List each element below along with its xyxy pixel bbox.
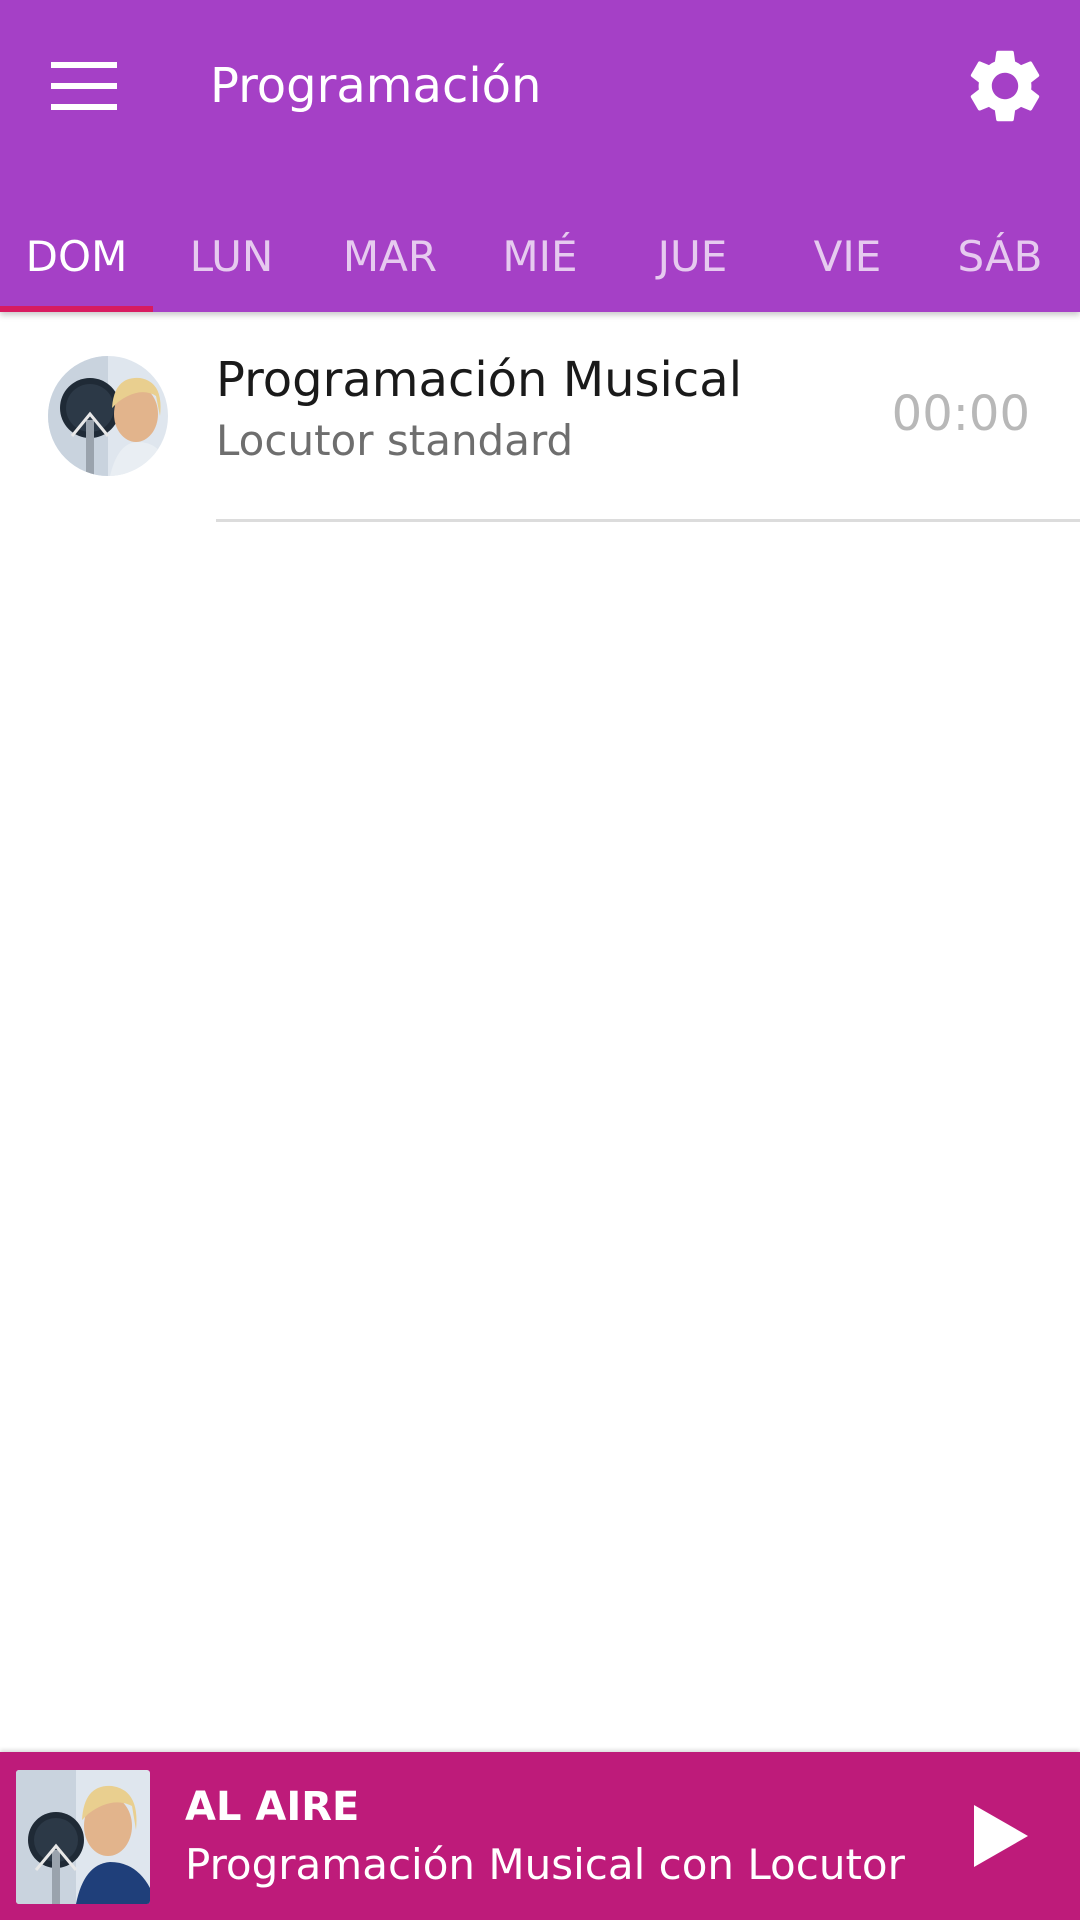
tab-mar[interactable]: MAR: [310, 200, 470, 312]
host-thumbnail-image: [16, 1770, 150, 1904]
hamburger-menu-icon: [51, 62, 117, 110]
tab-lun[interactable]: LUN: [153, 200, 310, 312]
settings-button[interactable]: [950, 36, 1060, 136]
program-host: Locutor standard: [216, 416, 574, 465]
schedule-list: Programación Musical Locutor standard 00…: [0, 312, 1080, 1752]
program-time: 00:00: [891, 386, 1030, 442]
host-avatar-image: [48, 356, 168, 476]
tab-mie[interactable]: MIÉ: [470, 200, 610, 312]
on-air-label: AL AIRE: [185, 1784, 360, 1830]
day-tabs: DOM LUN MAR MIÉ JUE VIE SÁB: [0, 200, 1080, 312]
now-playing-bar[interactable]: AL AIRE Programación Musical con Locutor…: [0, 1752, 1080, 1920]
tab-vie[interactable]: VIE: [775, 200, 920, 312]
menu-button[interactable]: [34, 44, 134, 128]
page-title: Programación: [210, 58, 542, 114]
now-playing-track: Programación Musical con Locutor ...: [185, 1840, 915, 1889]
play-icon: [974, 1805, 1028, 1867]
host-avatar-graphic: [48, 356, 168, 476]
program-title: Programación Musical: [216, 352, 743, 408]
app-bar: Programación DOM LUN MAR MIÉ JUE VIE SÁB: [0, 0, 1080, 312]
host-thumbnail-graphic: [16, 1770, 150, 1904]
gear-icon: [970, 50, 1040, 122]
selected-tab-indicator: [0, 306, 153, 312]
tab-sab[interactable]: SÁB: [920, 200, 1080, 312]
tab-jue[interactable]: JUE: [610, 200, 775, 312]
app-screen: Programación DOM LUN MAR MIÉ JUE VIE SÁB: [0, 0, 1080, 1920]
tab-dom[interactable]: DOM: [0, 200, 153, 312]
play-button[interactable]: [950, 1788, 1050, 1884]
schedule-item[interactable]: Programación Musical Locutor standard 00…: [0, 312, 1080, 522]
divider: [216, 519, 1080, 522]
